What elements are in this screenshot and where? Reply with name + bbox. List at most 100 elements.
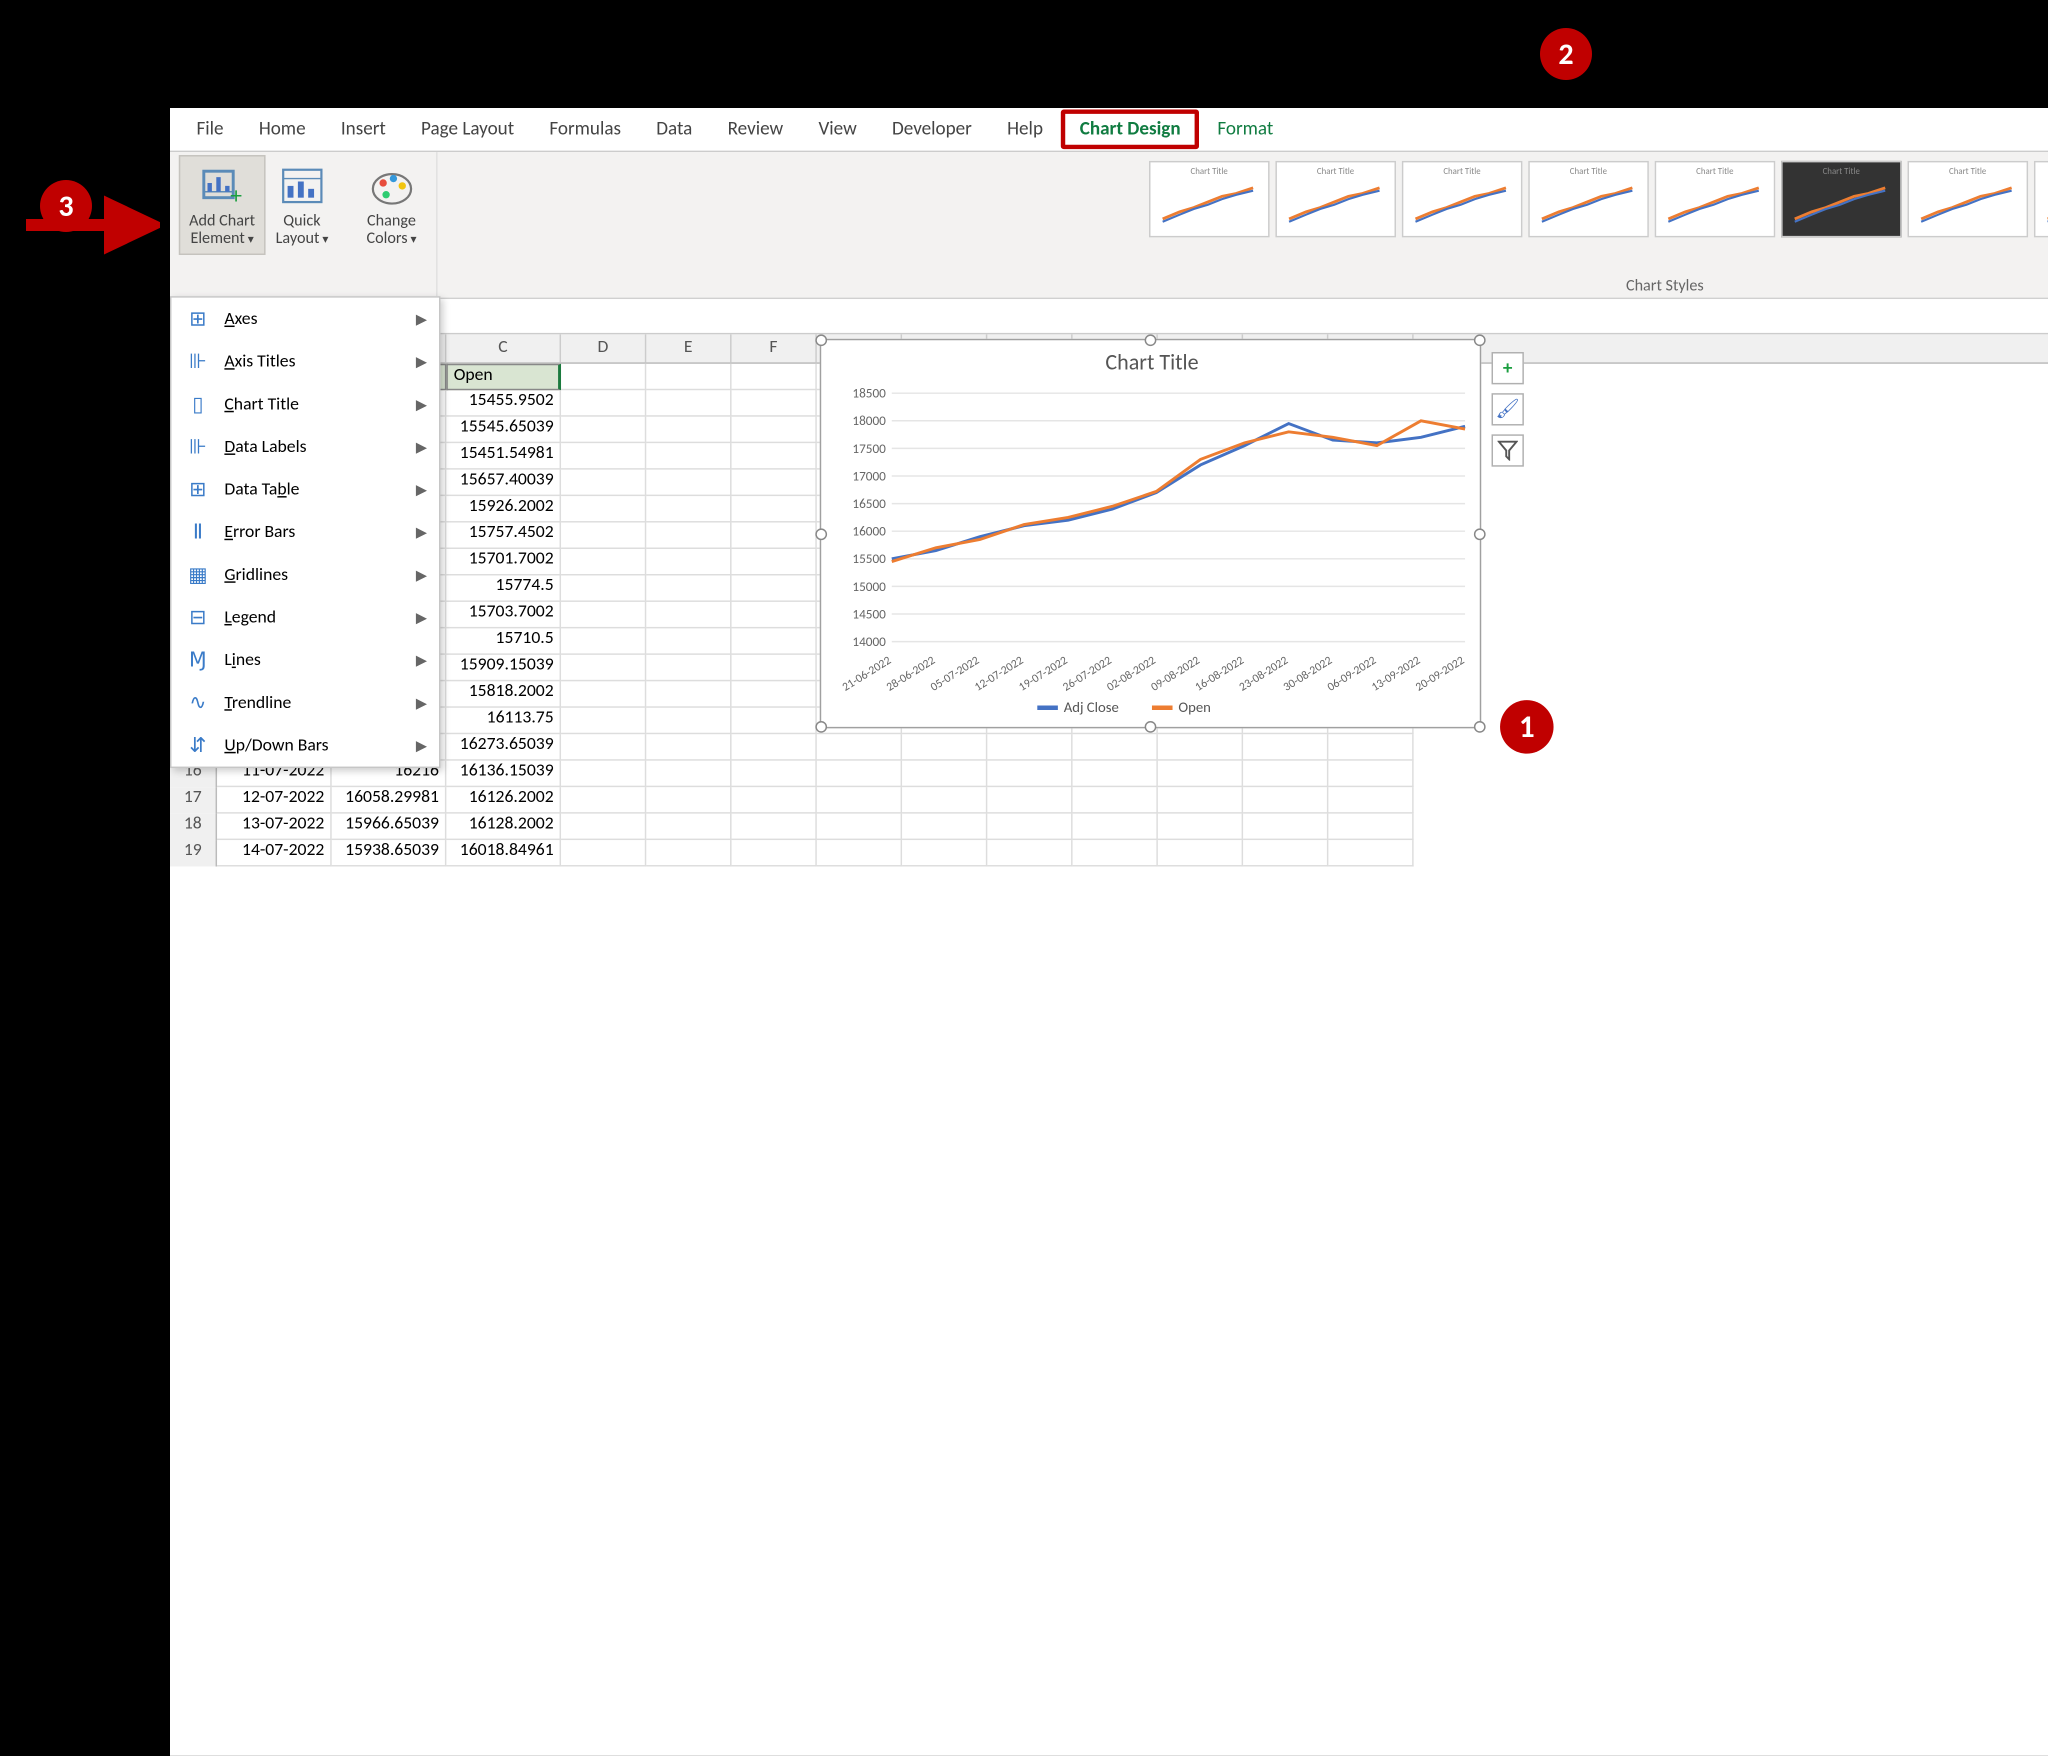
- cell[interactable]: [646, 496, 731, 522]
- cell[interactable]: [646, 602, 731, 628]
- cell[interactable]: [732, 364, 817, 390]
- cell[interactable]: [1328, 840, 1413, 866]
- change-colors-button[interactable]: Change Colors▾: [356, 155, 427, 255]
- menu-updown-bars[interactable]: ⇵Up/Down Bars▶: [171, 724, 439, 767]
- quick-layout-button[interactable]: Quick Layout▾: [265, 155, 338, 255]
- cell[interactable]: Open: [446, 364, 561, 390]
- cell[interactable]: [732, 761, 817, 787]
- cell[interactable]: 15703.7002: [446, 602, 561, 628]
- cell[interactable]: [902, 840, 987, 866]
- cell[interactable]: [1158, 814, 1243, 840]
- cell[interactable]: [817, 734, 902, 760]
- tab-insert[interactable]: Insert: [323, 109, 403, 149]
- cell[interactable]: [646, 549, 731, 575]
- cell[interactable]: [902, 761, 987, 787]
- cell[interactable]: [561, 628, 646, 654]
- column-header[interactable]: D: [561, 334, 646, 362]
- cell[interactable]: [646, 390, 731, 416]
- cell[interactable]: [646, 523, 731, 549]
- cell[interactable]: 15710.5: [446, 628, 561, 654]
- cell[interactable]: 15818.2002: [446, 681, 561, 707]
- tab-developer[interactable]: Developer: [874, 109, 989, 149]
- cell[interactable]: [561, 814, 646, 840]
- cell[interactable]: [646, 628, 731, 654]
- cell[interactable]: [646, 575, 731, 601]
- cell[interactable]: [1073, 840, 1158, 866]
- cell[interactable]: [1073, 734, 1158, 760]
- cell[interactable]: [902, 787, 987, 813]
- menu-lines[interactable]: ⱮLines▶: [171, 639, 439, 682]
- cell[interactable]: 16058.29981: [332, 787, 447, 813]
- menu-error-bars[interactable]: ⅡError Bars▶: [171, 511, 439, 554]
- cell[interactable]: [561, 840, 646, 866]
- cell[interactable]: [732, 734, 817, 760]
- cell[interactable]: [732, 681, 817, 707]
- menu-legend[interactable]: ⊟Legend▶: [171, 596, 439, 639]
- cell[interactable]: [1158, 761, 1243, 787]
- cell[interactable]: 15545.65039: [446, 417, 561, 443]
- cell[interactable]: 16018.84961: [446, 840, 561, 866]
- cell[interactable]: [561, 655, 646, 681]
- cell[interactable]: [646, 734, 731, 760]
- cell[interactable]: [987, 761, 1072, 787]
- cell[interactable]: [646, 761, 731, 787]
- cell[interactable]: 14-07-2022: [217, 840, 332, 866]
- cell[interactable]: [646, 708, 731, 734]
- cell[interactable]: 15451.54981: [446, 443, 561, 469]
- tab-chart-design[interactable]: Chart Design: [1061, 109, 1200, 149]
- cell[interactable]: 15909.15039: [446, 655, 561, 681]
- cell[interactable]: [561, 787, 646, 813]
- cell[interactable]: [561, 708, 646, 734]
- chart-elements-button[interactable]: +: [1492, 352, 1524, 384]
- cell[interactable]: [561, 575, 646, 601]
- cell[interactable]: [732, 443, 817, 469]
- cell[interactable]: [1328, 761, 1413, 787]
- cell[interactable]: [646, 417, 731, 443]
- cell[interactable]: [902, 814, 987, 840]
- cell[interactable]: [732, 814, 817, 840]
- menu-data-labels[interactable]: ⊪Data Labels▶: [171, 426, 439, 469]
- chart-styles-button[interactable]: 🖌: [1492, 393, 1524, 425]
- cell[interactable]: [646, 814, 731, 840]
- cell[interactable]: 15966.65039: [332, 814, 447, 840]
- cell[interactable]: [1158, 840, 1243, 866]
- cell[interactable]: 15926.2002: [446, 496, 561, 522]
- cell[interactable]: [1073, 761, 1158, 787]
- embedded-chart[interactable]: Chart Title14000145001500015500160001650…: [820, 339, 1482, 729]
- cell[interactable]: 16128.2002: [446, 814, 561, 840]
- cell[interactable]: 16126.2002: [446, 787, 561, 813]
- cell[interactable]: [561, 470, 646, 496]
- cell[interactable]: [1158, 734, 1243, 760]
- column-header[interactable]: C: [446, 334, 561, 362]
- cell[interactable]: [732, 708, 817, 734]
- chart-style-thumb[interactable]: Chart Title: [1149, 161, 1270, 237]
- cell[interactable]: [1328, 734, 1413, 760]
- cell[interactable]: [561, 417, 646, 443]
- add-chart-element-button[interactable]: + Add Chart Element▾: [179, 155, 266, 255]
- cell[interactable]: 16113.75: [446, 708, 561, 734]
- menu-gridlines[interactable]: ▦Gridlines▶: [171, 553, 439, 596]
- row-header[interactable]: 18: [170, 814, 217, 840]
- cell[interactable]: 15757.4502: [446, 523, 561, 549]
- cell[interactable]: [987, 734, 1072, 760]
- cell[interactable]: [732, 417, 817, 443]
- menu-axes[interactable]: ⊞Axes▶: [171, 298, 439, 341]
- cell[interactable]: [732, 602, 817, 628]
- cell[interactable]: [817, 814, 902, 840]
- cell[interactable]: [1243, 787, 1328, 813]
- tab-help[interactable]: Help: [990, 109, 1061, 149]
- cell[interactable]: [1328, 814, 1413, 840]
- cell[interactable]: [732, 549, 817, 575]
- cell[interactable]: [817, 787, 902, 813]
- tab-review[interactable]: Review: [710, 109, 801, 149]
- cell[interactable]: 15657.40039: [446, 470, 561, 496]
- cell[interactable]: [561, 549, 646, 575]
- chart-style-thumb[interactable]: Chart Title: [1655, 161, 1776, 237]
- cell[interactable]: [646, 787, 731, 813]
- cell[interactable]: 15774.5: [446, 575, 561, 601]
- tab-home[interactable]: Home: [241, 109, 323, 149]
- row-header[interactable]: 17: [170, 787, 217, 813]
- cell[interactable]: [732, 787, 817, 813]
- cell[interactable]: [1328, 787, 1413, 813]
- tab-file[interactable]: File: [179, 109, 241, 149]
